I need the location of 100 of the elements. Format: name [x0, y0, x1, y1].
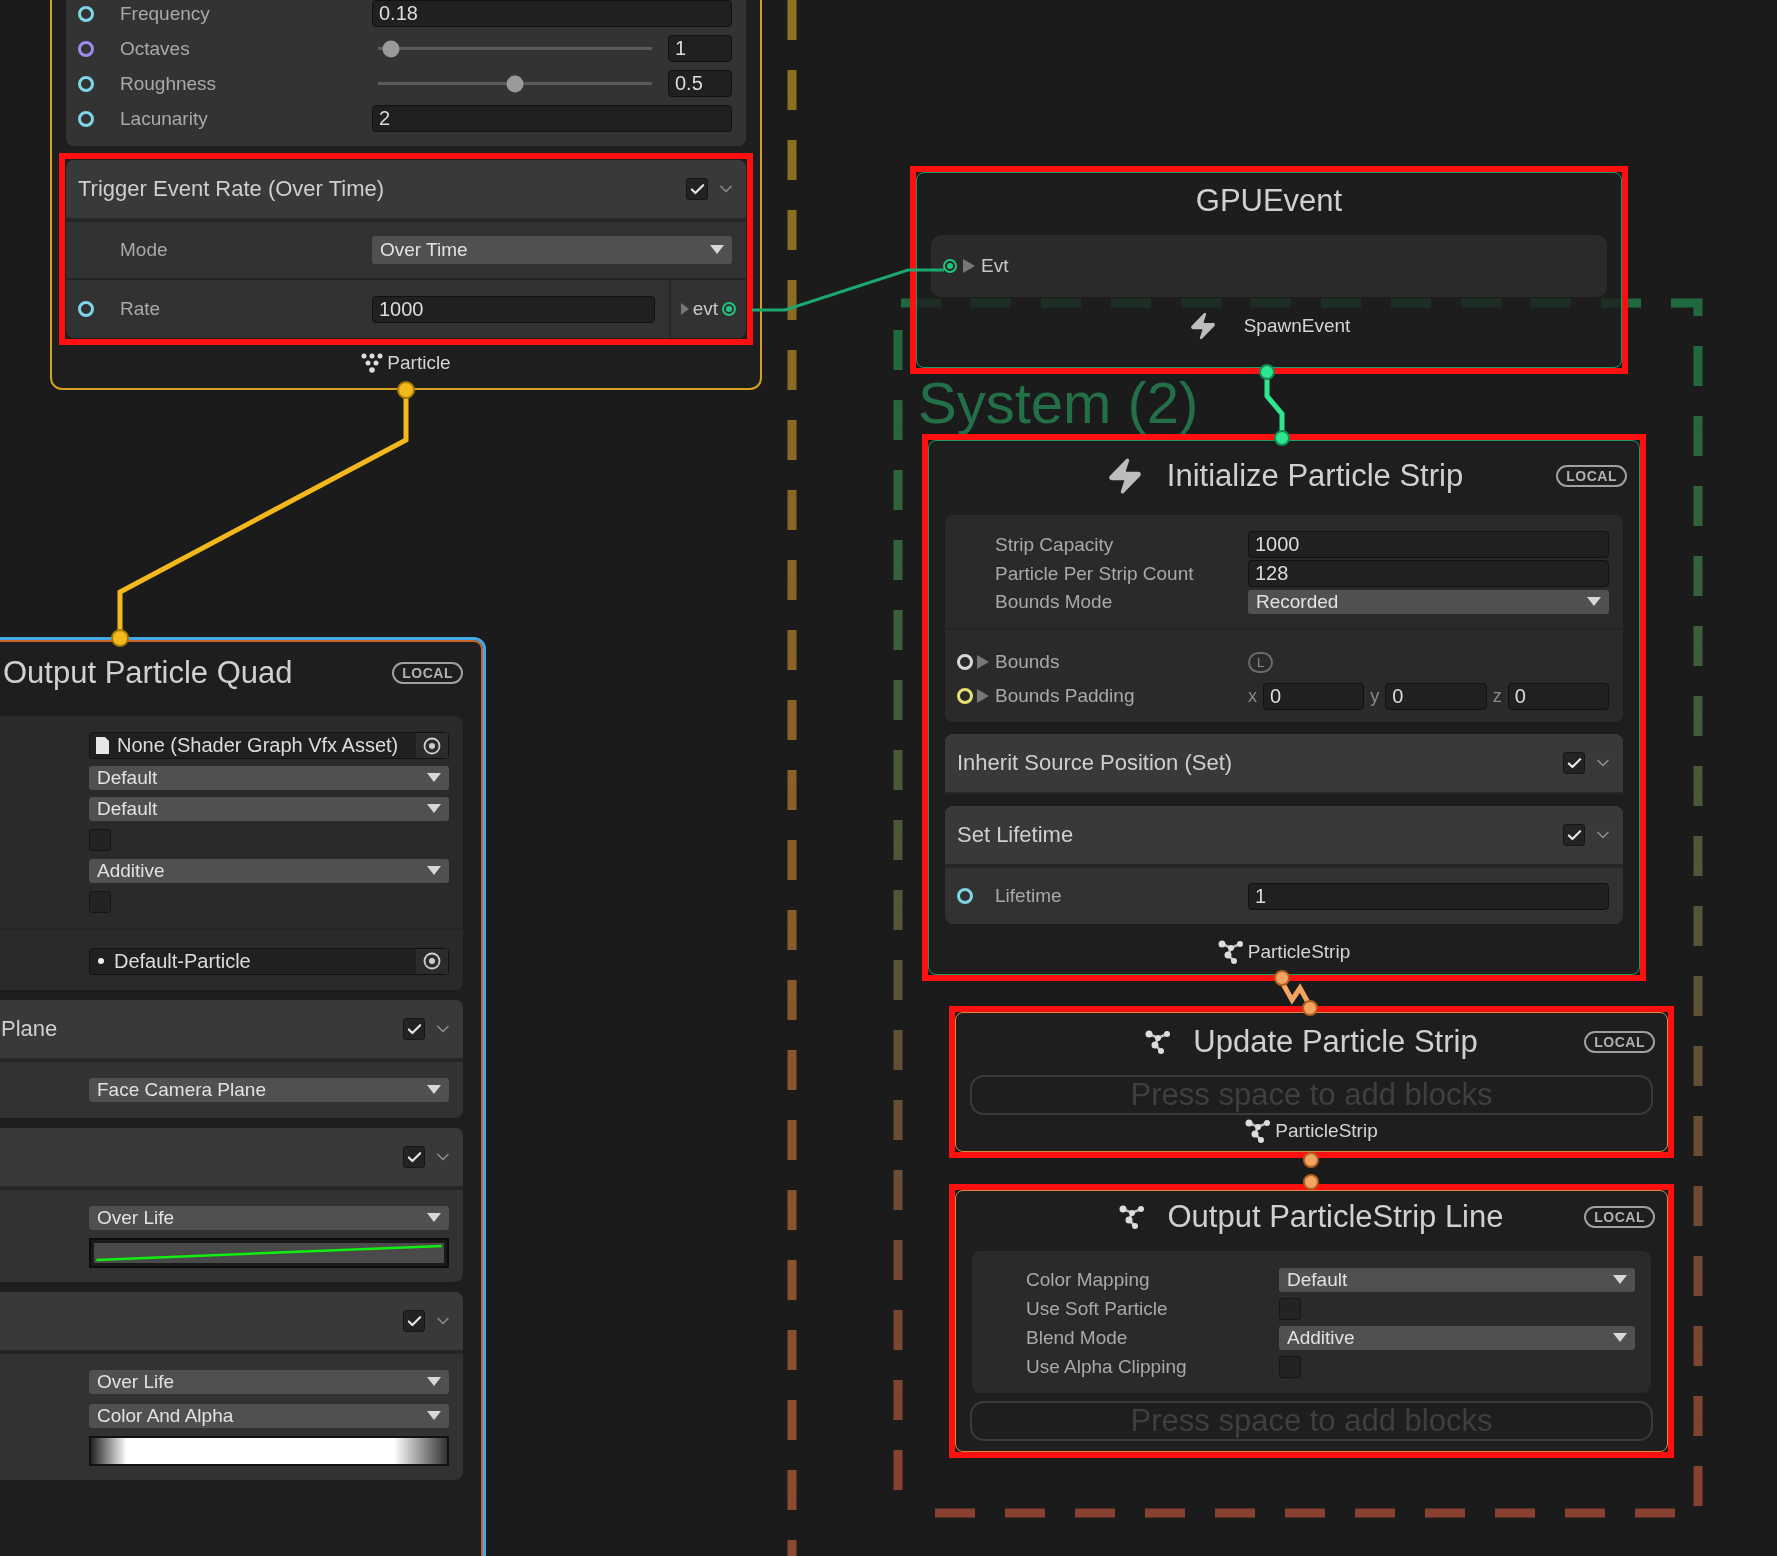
- value-field[interactable]: 2: [372, 105, 732, 132]
- value-field[interactable]: 1000: [1248, 531, 1609, 558]
- node-title: Initialize Particle Strip: [1166, 458, 1464, 494]
- property-label: Lifetime: [995, 885, 1063, 907]
- value-field[interactable]: 0: [1385, 682, 1487, 710]
- property-label: Frequency: [120, 2, 211, 25]
- property-label: Mode: [120, 239, 169, 261]
- dropdown[interactable]: Over Time: [372, 236, 732, 264]
- dropdown[interactable]: Additive: [1279, 1325, 1635, 1350]
- port-label: Evt: [981, 255, 1009, 277]
- arrow-icon: [963, 259, 975, 273]
- flow-port[interactable]: [1274, 430, 1290, 446]
- flow-port[interactable]: [397, 381, 415, 399]
- property-label: Bounds Mode: [995, 590, 1114, 613]
- flow-port[interactable]: [1303, 1152, 1319, 1168]
- port-dot[interactable]: [78, 40, 94, 57]
- port-dot[interactable]: [78, 301, 94, 317]
- output-type-label: SpawnEvent: [1243, 315, 1351, 337]
- port-dot[interactable]: [78, 75, 94, 92]
- axis-label: x: [1248, 685, 1257, 707]
- checkbox[interactable]: [1563, 824, 1585, 846]
- checkbox[interactable]: [403, 1146, 425, 1168]
- value-field[interactable]: 128: [1248, 560, 1609, 587]
- object-field[interactable]: Default-Particle: [89, 947, 449, 975]
- checkbox[interactable]: [403, 1310, 425, 1332]
- node-title: GPUEvent: [1195, 183, 1343, 219]
- dropdown-caret-icon: [1613, 1274, 1627, 1285]
- collapsed-arrow-icon[interactable]: [977, 689, 989, 703]
- particles-icon: [361, 353, 384, 373]
- dropdown[interactable]: Over Life: [89, 1370, 449, 1394]
- system-label: System (2): [918, 374, 1199, 432]
- flow-port[interactable]: [1302, 1000, 1318, 1016]
- axis-label: z: [1492, 685, 1502, 707]
- property-label: Use Alpha Clipping: [1026, 1355, 1188, 1378]
- value-field[interactable]: 0: [1507, 682, 1609, 710]
- property-label: Use Soft Particle: [1026, 1297, 1169, 1320]
- particle-strip-icon: [1119, 1205, 1146, 1229]
- property-label: Color Mapping: [1026, 1268, 1151, 1291]
- curve-graph[interactable]: [89, 1238, 449, 1268]
- slider-thumb[interactable]: [506, 75, 524, 92]
- dropdown-caret-icon: [710, 245, 724, 255]
- block-title: Inherit Source Position (Set): [957, 750, 1234, 776]
- space-toggle[interactable]: L: [1248, 651, 1274, 673]
- dropdown[interactable]: Additive: [89, 858, 449, 883]
- node-title: Output Particle Quad: [3, 655, 293, 691]
- value-field[interactable]: 0: [1263, 682, 1365, 710]
- dropdown-caret-icon: [427, 1213, 441, 1223]
- dropdown-caret-icon: [1613, 1332, 1627, 1343]
- dropdown-caret-icon: [1587, 596, 1601, 607]
- dropdown-caret-icon: [427, 772, 441, 783]
- local-badge: LOCAL: [392, 662, 463, 684]
- dropdown[interactable]: Default: [1279, 1267, 1635, 1292]
- object-picker-icon[interactable]: [423, 952, 441, 970]
- output-type-label: Particle: [387, 352, 451, 374]
- checkbox[interactable]: [403, 1018, 425, 1040]
- checkbox[interactable]: [1563, 752, 1585, 774]
- collapsed-arrow-icon[interactable]: [977, 655, 989, 669]
- output-type-label: ParticleStrip: [1247, 941, 1351, 963]
- value-field[interactable]: 1: [1248, 882, 1609, 910]
- value-field[interactable]: 1: [668, 35, 732, 62]
- slider-thumb[interactable]: [382, 40, 400, 57]
- dropdown[interactable]: Default: [89, 796, 449, 821]
- dropdown[interactable]: Color And Alpha: [89, 1404, 449, 1428]
- dropdown-caret-icon: [427, 1377, 441, 1387]
- property-label: Particle Per Strip Count: [995, 562, 1195, 585]
- local-badge: LOCAL: [1584, 1206, 1655, 1228]
- dot-icon: [96, 956, 106, 966]
- property-label: Blend Mode: [1026, 1326, 1129, 1349]
- property-label: Bounds Padding: [995, 685, 1136, 707]
- object-field[interactable]: None (Shader Graph Vfx Asset): [89, 732, 449, 759]
- property-label: Octaves: [120, 37, 191, 60]
- dropdown[interactable]: Face Camera Plane: [89, 1078, 449, 1102]
- flow-port[interactable]: [1303, 1174, 1319, 1190]
- arrow-icon: [680, 303, 689, 315]
- value-field[interactable]: 0.18: [372, 0, 732, 27]
- property-label: Roughness: [120, 72, 218, 95]
- dropdown-caret-icon: [427, 1411, 441, 1421]
- port-dot[interactable]: [78, 110, 94, 127]
- block-title: Set Lifetime: [957, 822, 1075, 848]
- value-field[interactable]: 1000: [372, 295, 655, 323]
- particle-strip-icon: [1245, 1119, 1272, 1143]
- port-dot[interactable]: [78, 5, 94, 22]
- flow-port[interactable]: [1259, 364, 1275, 380]
- flow-port[interactable]: [111, 629, 129, 647]
- local-badge: LOCAL: [1584, 1031, 1655, 1053]
- event-port[interactable]: [943, 259, 957, 273]
- dropdown[interactable]: Default: [89, 765, 449, 790]
- port-dot[interactable]: [957, 888, 973, 904]
- checkbox[interactable]: [686, 178, 708, 200]
- property-label: Lacunarity: [120, 107, 209, 130]
- block-title: Plane: [1, 1016, 59, 1042]
- output-type-label: ParticleStrip: [1275, 1120, 1378, 1142]
- gradient-bar[interactable]: [89, 1436, 449, 1466]
- dropdown[interactable]: Over Life: [89, 1206, 449, 1230]
- object-picker-icon[interactable]: [423, 736, 441, 755]
- value-field[interactable]: 0.5: [668, 70, 732, 97]
- flow-port[interactable]: [1274, 970, 1290, 986]
- dropdown[interactable]: Recorded: [1248, 589, 1609, 614]
- dropdown-caret-icon: [427, 865, 441, 876]
- event-port[interactable]: [722, 302, 736, 316]
